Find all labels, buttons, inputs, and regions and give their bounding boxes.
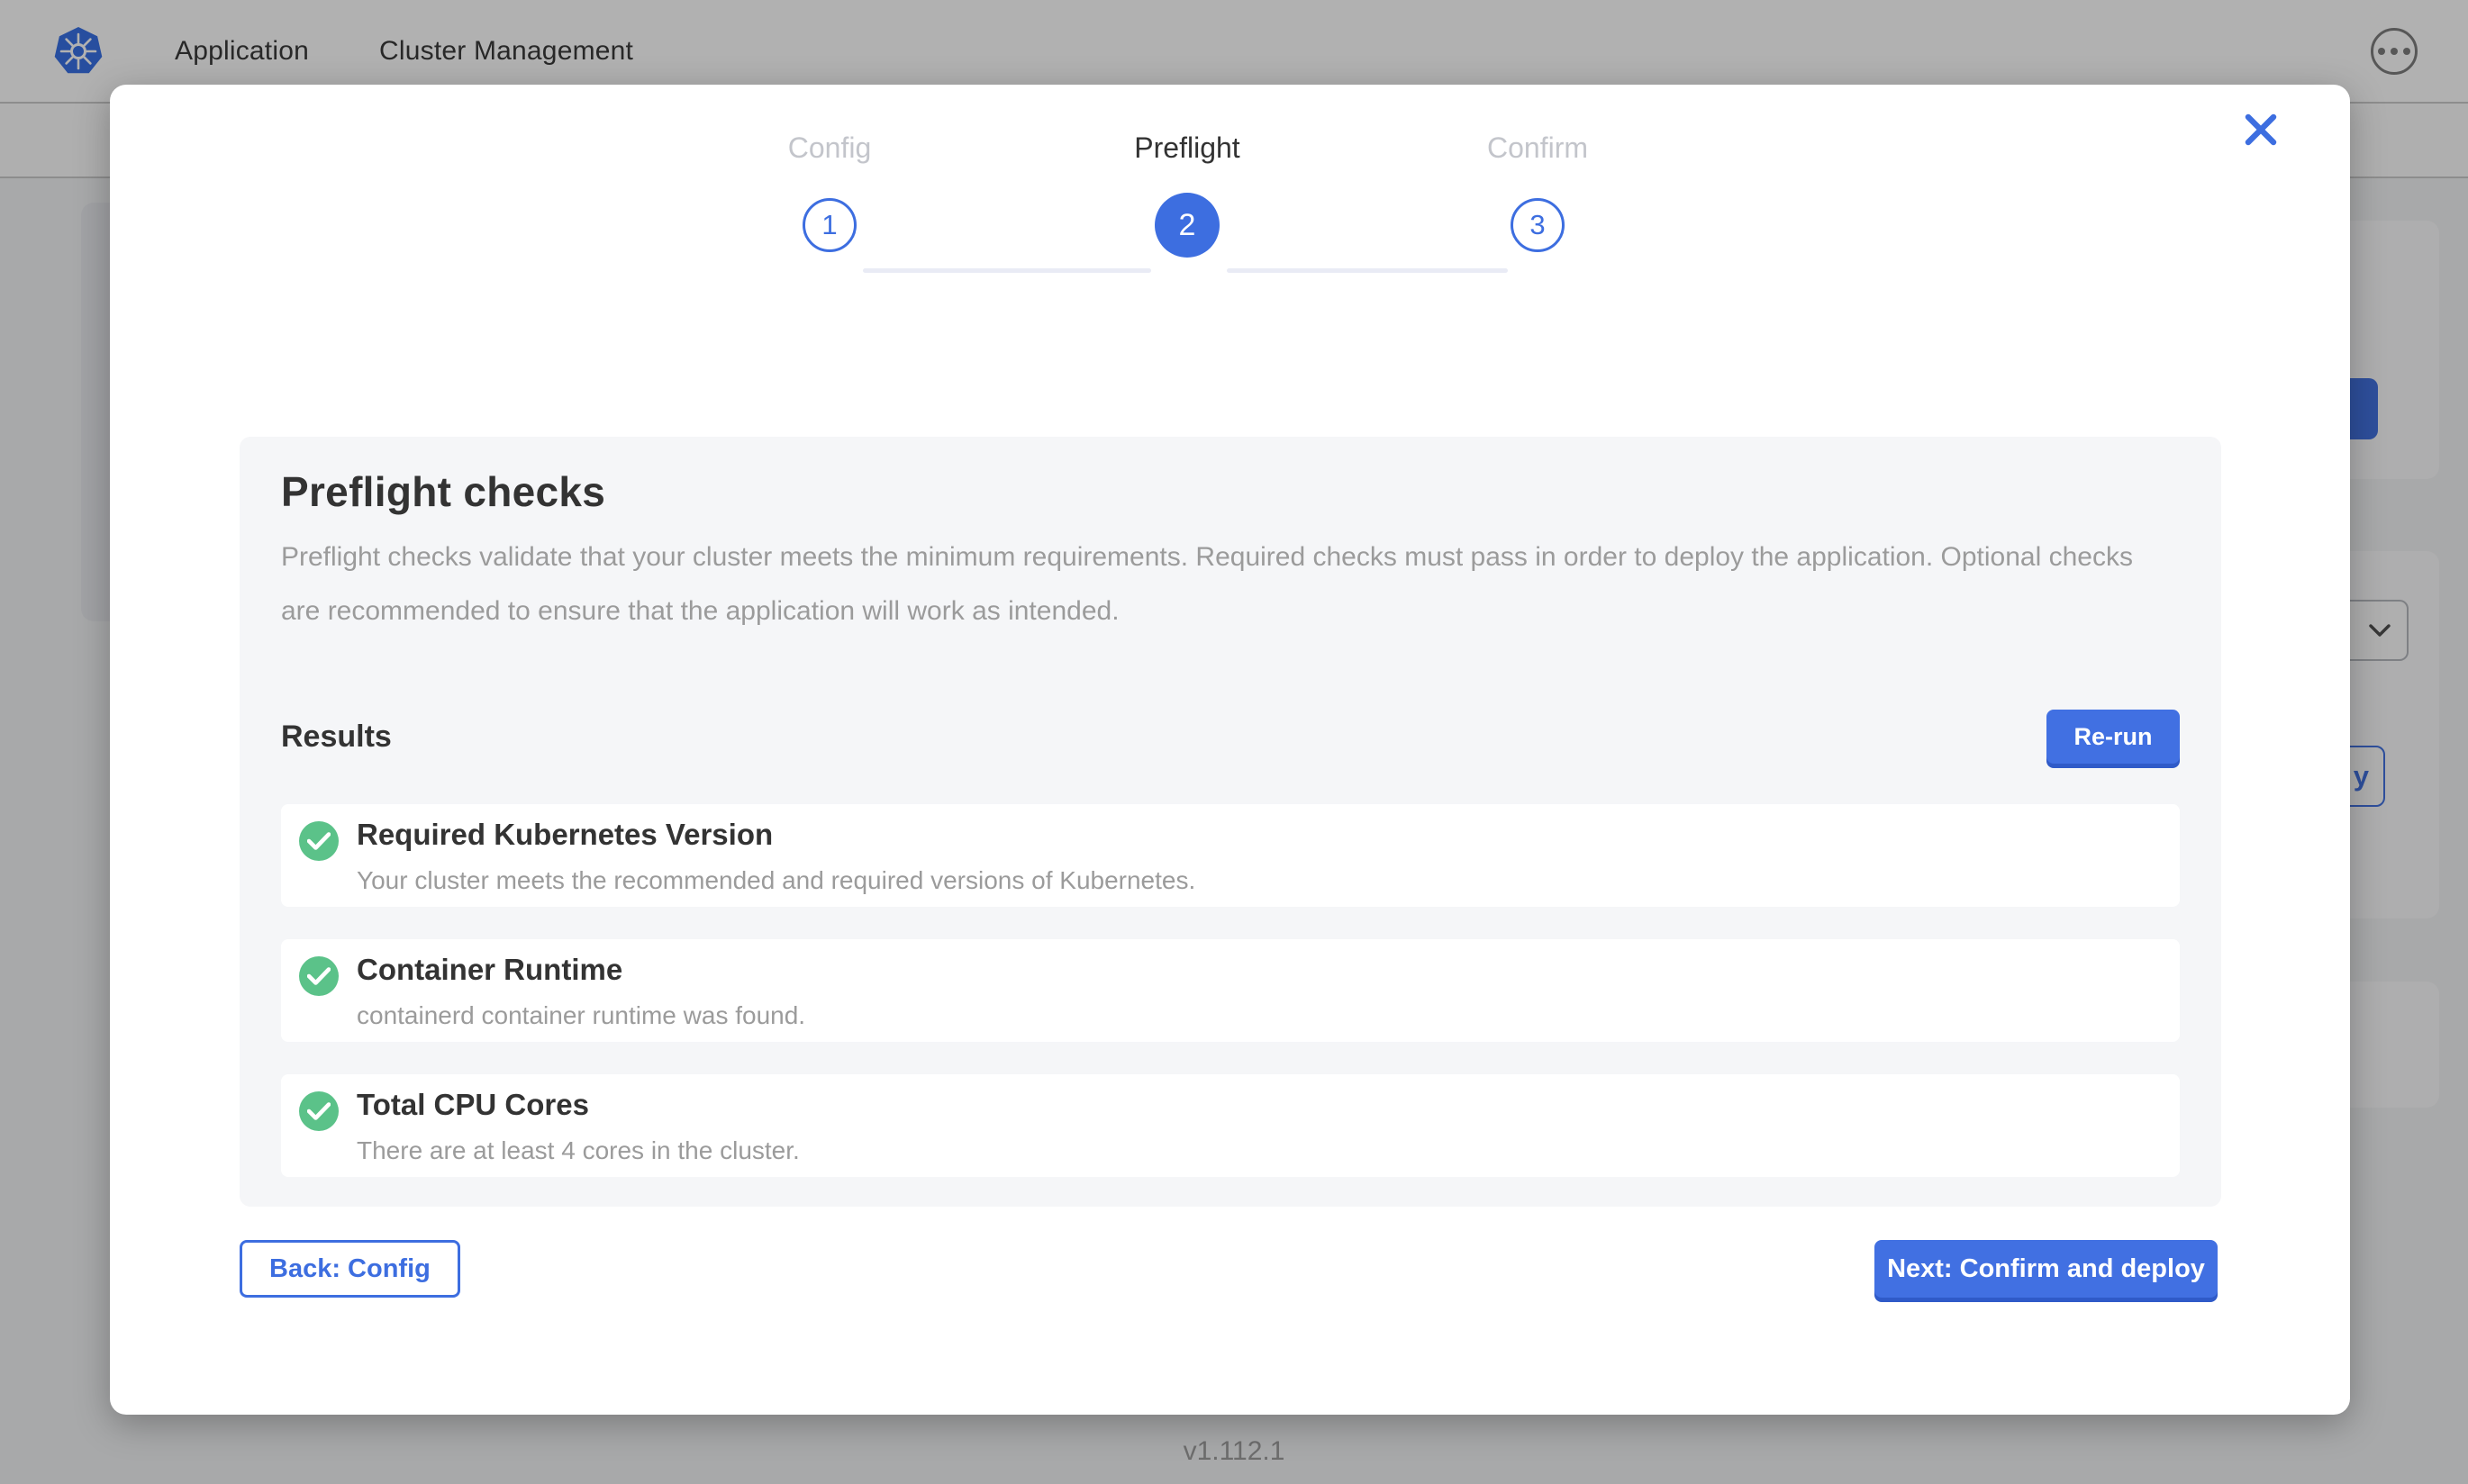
page-title: Preflight checks <box>281 467 2180 516</box>
step-number: 1 <box>821 209 837 241</box>
rerun-button[interactable]: Re-run <box>2046 710 2180 764</box>
check-title: Total CPU Cores <box>357 1088 800 1122</box>
check-result-total-cpu-cores: Total CPU Cores There are at least 4 cor… <box>281 1074 2180 1177</box>
step-number: 2 <box>1179 208 1196 243</box>
check-pass-icon <box>299 956 339 996</box>
step-number: 3 <box>1529 209 1545 241</box>
next-confirm-deploy-button[interactable]: Next: Confirm and deploy <box>1874 1240 2218 1298</box>
check-description: There are at least 4 cores in the cluste… <box>357 1136 800 1165</box>
step-connector-1 <box>863 268 1151 273</box>
preflight-panel: Preflight checks Preflight checks valida… <box>240 437 2221 1207</box>
step-circle-preflight[interactable]: 2 <box>1155 193 1220 258</box>
preflight-description: Preflight checks validate that your clus… <box>281 530 2150 638</box>
check-title: Container Runtime <box>357 953 805 987</box>
check-description: Your cluster meets the recommended and r… <box>357 866 1195 895</box>
preflight-modal: Config Preflight Confirm 1 2 3 Preflight… <box>110 85 2350 1415</box>
check-pass-icon <box>299 821 339 861</box>
check-description: containerd container runtime was found. <box>357 1001 805 1030</box>
results-header-row: Results Re-run <box>281 709 2180 765</box>
step-label-preflight: Preflight <box>1052 131 1322 165</box>
check-results-list: Required Kubernetes Version Your cluster… <box>281 804 2180 1177</box>
back-config-button[interactable]: Back: Config <box>240 1240 460 1298</box>
wizard-stepper: Config Preflight Confirm 1 2 3 <box>110 131 2350 321</box>
check-title: Required Kubernetes Version <box>357 818 1195 852</box>
check-pass-icon <box>299 1091 339 1131</box>
step-connector-2 <box>1227 268 1508 273</box>
step-label-config: Config <box>694 131 965 165</box>
step-circle-config[interactable]: 1 <box>803 198 857 252</box>
step-label-confirm: Confirm <box>1402 131 1673 165</box>
screen: Application Cluster Management 0 y v1.11… <box>0 0 2468 1484</box>
results-heading: Results <box>281 719 392 755</box>
check-result-container-runtime: Container Runtime containerd container r… <box>281 939 2180 1042</box>
check-result-kubernetes-version: Required Kubernetes Version Your cluster… <box>281 804 2180 907</box>
step-circle-confirm[interactable]: 3 <box>1511 198 1565 252</box>
